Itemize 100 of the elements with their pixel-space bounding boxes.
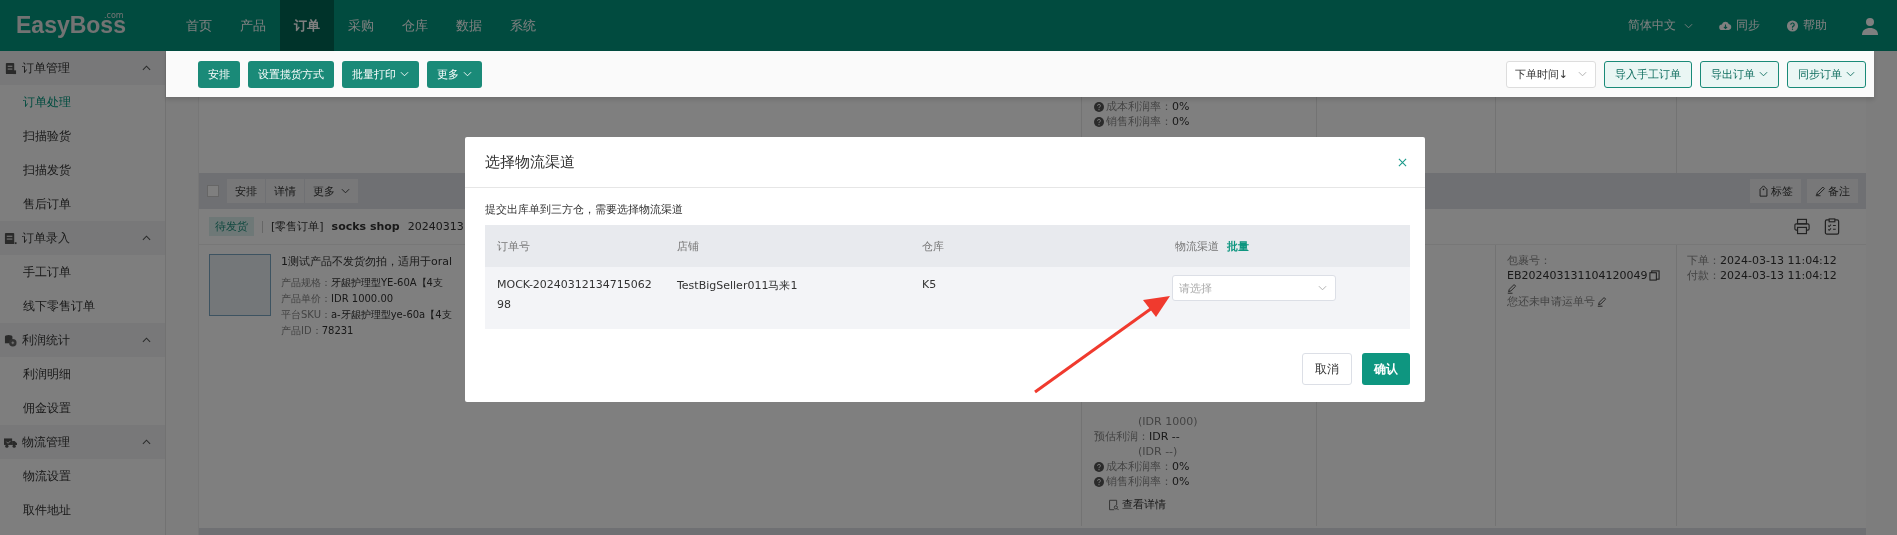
margin-value: 0% (1172, 474, 1190, 489)
form-icon (4, 231, 17, 245)
sidebar-item[interactable]: 订单处理 (0, 85, 165, 119)
chevron-down-icon (1318, 285, 1327, 291)
margin-value: 0% (1172, 114, 1190, 129)
help-icon (1786, 19, 1799, 32)
sync-link[interactable]: 同步 (1719, 17, 1760, 34)
help-icon (1094, 101, 1104, 112)
cloud-download-icon (1719, 19, 1732, 32)
sidebar-item[interactable]: 取件地址 (0, 493, 165, 527)
chevron-down-icon (1684, 22, 1693, 29)
nav-tab[interactable]: 订单 (280, 0, 334, 51)
package-number: EB202403131104120049 (1507, 268, 1648, 283)
sidebar-group-label: 订单录入 (22, 229, 71, 247)
sidebar-item[interactable]: 利润明细 (0, 357, 165, 391)
coins-icon (4, 333, 17, 347)
pencil-icon (1815, 185, 1826, 197)
toolbar-button[interactable]: 同步订单 (1787, 60, 1866, 88)
close-icon[interactable] (1398, 157, 1407, 167)
toolbar-button[interactable]: 更多 (427, 60, 482, 88)
help-icon (1094, 461, 1104, 472)
sidebar-item[interactable]: 佣金设置 (0, 391, 165, 425)
clipboard-icon[interactable] (1824, 218, 1840, 235)
pencil-icon[interactable] (1597, 296, 1608, 307)
view-details-link[interactable]: 查看详情 (1108, 497, 1316, 512)
table-cell-text: MOCK-2024031213471506298 (497, 277, 653, 313)
column-header: 仓库 (922, 238, 944, 254)
language-selector[interactable]: 简体中文 (1628, 17, 1693, 34)
dialog-message: 提交出库单到三方仓，需要选择物流渠道 (485, 202, 684, 217)
toolbar-button[interactable]: 导入手工订单 (1604, 60, 1692, 88)
table-cell: TestBigSeller011马来1 (677, 278, 798, 293)
help-icon (1094, 476, 1104, 487)
order-action-button[interactable]: 详情 (266, 179, 304, 203)
dialog-title: 选择物流渠道 (485, 152, 575, 172)
printer-icon[interactable] (1794, 218, 1810, 235)
confirm-button[interactable]: 确认 (1362, 353, 1410, 385)
document-icon (4, 61, 17, 75)
sidebar-item[interactable]: 售后订单 (0, 187, 165, 221)
order-type: [零售订单] (271, 219, 324, 234)
help-link[interactable]: 帮助 (1786, 17, 1827, 34)
sidebar-item[interactable]: 扫描验货 (0, 119, 165, 153)
nav-tab[interactable]: 首页 (172, 0, 226, 51)
toolbar-button[interactable]: 设置揽货方式 (248, 60, 334, 88)
sort-select[interactable]: 下单时间↓ (1505, 60, 1596, 88)
nav-tab[interactable]: 产品 (226, 0, 280, 51)
sidebar-group-label: 利润统计 (22, 331, 71, 349)
sidebar-group-header[interactable]: 利润统计 (0, 323, 165, 357)
detail-value: IDR 1000.00 (331, 293, 394, 304)
help-icon (1094, 116, 1104, 127)
cancel-button[interactable]: 取消 (1302, 353, 1352, 385)
toolbar-button[interactable]: 安排 (198, 60, 240, 88)
detail-value: 牙龈护理型YE-60A【4支 (331, 277, 443, 288)
toolbar-button[interactable]: 导出订单 (1700, 60, 1779, 88)
sidebar-item[interactable]: 物流设置 (0, 459, 165, 493)
order-number: 20240313 (407, 220, 464, 233)
column-header: 物流渠道 (1175, 238, 1219, 254)
channel-select[interactable]: 请选择 (1172, 275, 1336, 301)
sidebar-item[interactable]: 线下零售订单 (0, 289, 165, 323)
tag-icon (1758, 185, 1769, 197)
logo[interactable]: EasyBoss .com (0, 12, 166, 39)
document-search-icon (1108, 498, 1119, 511)
nav-tab[interactable]: 数据 (442, 0, 496, 51)
sidebar-item[interactable]: 扫描发货 (0, 153, 165, 187)
sidebar-group-header[interactable]: 物流管理 (0, 425, 165, 459)
profit-value: IDR -- (1149, 429, 1180, 444)
checkbox[interactable] (207, 185, 219, 197)
chevron-down-icon (1578, 71, 1587, 77)
copy-icon[interactable] (1649, 270, 1661, 281)
order-action-button[interactable]: 更多 (305, 179, 358, 203)
shop-name: socks shop (331, 220, 400, 233)
user-icon[interactable] (1861, 16, 1879, 35)
sidebar-group-header[interactable]: 订单录入 (0, 221, 165, 255)
nav-tab[interactable]: 系统 (496, 0, 550, 51)
nav-tab[interactable]: 采购 (334, 0, 388, 51)
time-value: 2024-03-13 11:04:12 (1720, 253, 1837, 268)
margin-value: 0% (1172, 459, 1190, 474)
table-cell: K5 (922, 278, 937, 291)
pencil-icon[interactable] (1507, 283, 1518, 294)
time-value: 2024-03-13 11:04:12 (1720, 268, 1837, 283)
profit-subvalue: (IDR 1000) (1137, 414, 1198, 429)
profit-subvalue: (IDR --) (1137, 444, 1178, 459)
column-header: 订单号 (497, 238, 530, 254)
tag-button[interactable]: 标签 (1750, 179, 1801, 203)
sidebar-group-label: 物流管理 (22, 433, 71, 451)
margin-value: 0% (1172, 99, 1190, 114)
note-button[interactable]: 备注 (1807, 179, 1858, 203)
product-title[interactable]: 1测试产品不发货勿拍，适用于oral (281, 254, 453, 269)
sidebar-group-label: 订单管理 (22, 59, 71, 77)
truck-icon (4, 435, 17, 449)
sidebar-item[interactable]: 手工订单 (0, 255, 165, 289)
status-tag: 待发货 (209, 217, 254, 236)
product-photo-placeholder (209, 254, 271, 316)
bulk-link[interactable]: 批量 (1227, 238, 1249, 254)
toolbar-button[interactable]: 批量打印 (342, 60, 419, 88)
detail-value: a-牙龈护理型ye-60a【4支 (330, 309, 452, 320)
detail-value: 78231 (321, 325, 354, 336)
column-header: 店铺 (677, 238, 699, 254)
nav-tab[interactable]: 仓库 (388, 0, 442, 51)
sidebar-group-header[interactable]: 订单管理 (0, 51, 165, 85)
order-action-button[interactable]: 安排 (227, 179, 265, 203)
